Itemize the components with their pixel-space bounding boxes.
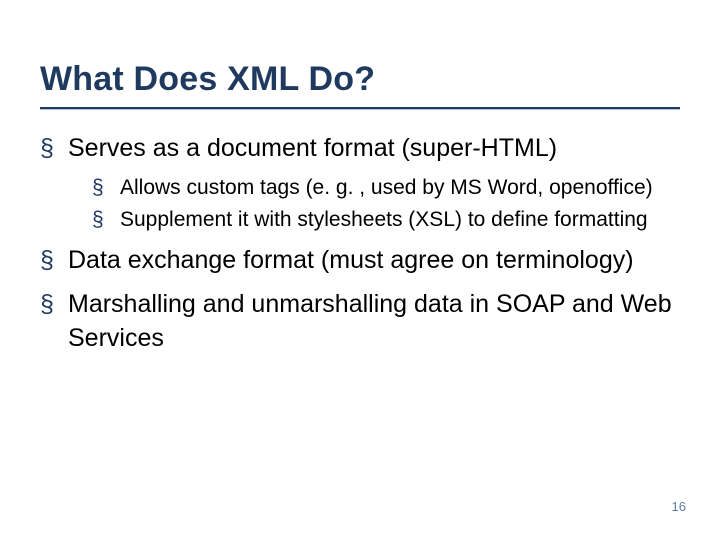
title-underline <box>40 107 680 110</box>
slide-title: What Does XML Do? <box>40 60 680 99</box>
page-number: 16 <box>672 499 686 514</box>
bullet-item: Marshalling and unmarshalling data in SO… <box>40 288 680 356</box>
bullet-list: Serves as a document format (super-HTML)… <box>40 132 680 356</box>
bullet-text: Marshalling and unmarshalling data in SO… <box>68 290 672 352</box>
bullet-text: Allows custom tags (e. g. , used by MS W… <box>120 176 653 199</box>
bullet-text: Supplement it with stylesheets (XSL) to … <box>120 208 648 231</box>
bullet-text: Data exchange format (must agree on term… <box>68 246 634 274</box>
slide: What Does XML Do? Serves as a document f… <box>0 0 720 540</box>
bullet-text: Serves as a document format (super-HTML) <box>68 134 557 162</box>
sub-bullet-item: Supplement it with stylesheets (XSL) to … <box>92 206 680 234</box>
sub-bullet-list: Allows custom tags (e. g. , used by MS W… <box>68 174 680 235</box>
bullet-item: Serves as a document format (super-HTML)… <box>40 132 680 234</box>
sub-bullet-item: Allows custom tags (e. g. , used by MS W… <box>92 174 680 202</box>
bullet-item: Data exchange format (must agree on term… <box>40 244 680 278</box>
